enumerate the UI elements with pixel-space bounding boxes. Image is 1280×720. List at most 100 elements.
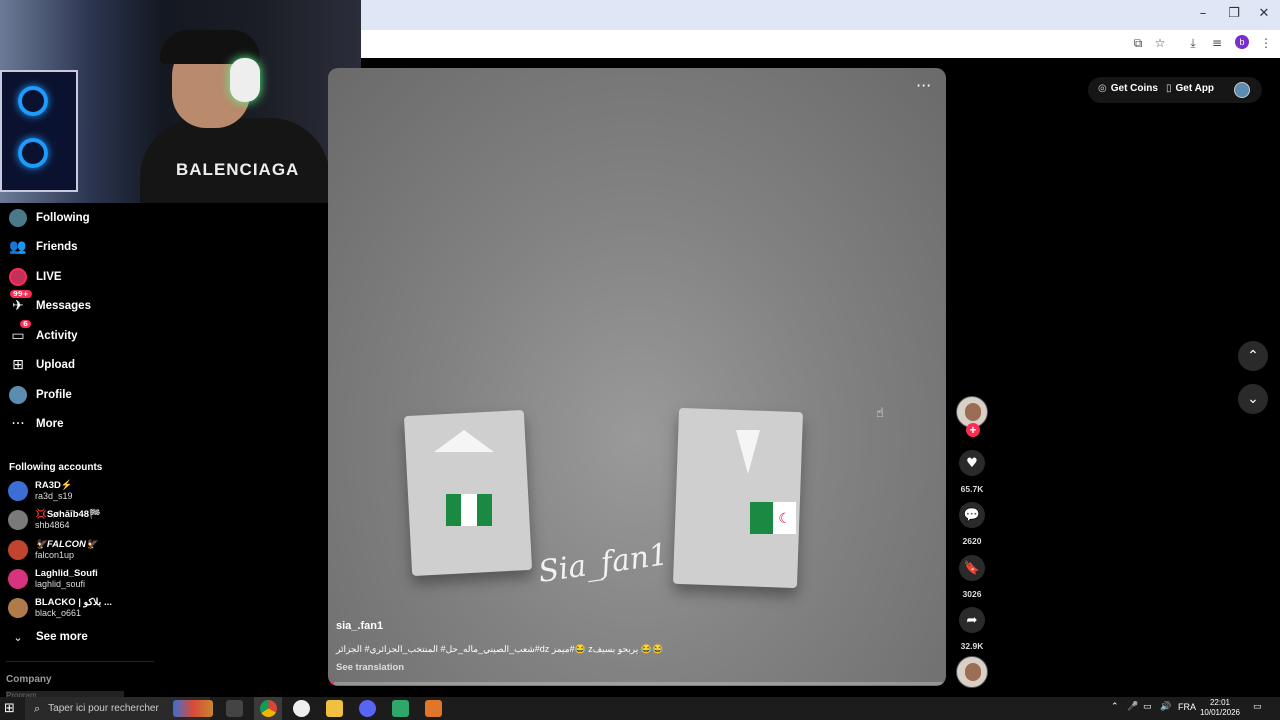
sidebar-item-messages[interactable]: ✈ 99+ Messages <box>8 290 91 317</box>
get-app-button[interactable]: ▯ Get App <box>1166 83 1214 94</box>
sidebar-item-label: Activity <box>36 330 78 342</box>
see-translation-link[interactable]: See translation <box>336 662 404 673</box>
menu-icon[interactable]: ⋮ <box>1257 36 1275 52</box>
comment-icon: 💬 <box>963 507 981 523</box>
video-caption: شعب_الصيني_ماله_حل# المنتخب_الجزائري# ال… <box>336 644 664 654</box>
sidebar-item-upload[interactable]: ⊞ Upload <box>8 354 75 376</box>
minimize-button[interactable]: – <box>1193 6 1213 21</box>
share-button[interactable]: ➦ <box>959 607 985 633</box>
nigeria-flag <box>446 494 492 526</box>
sidebar-divider <box>6 661 154 662</box>
sidebar-item-more[interactable]: ··· More <box>8 413 63 435</box>
comment-button[interactable]: 💬 <box>959 502 985 528</box>
previous-video-button[interactable]: ⌃ <box>1238 341 1268 371</box>
sidebar-item-label: Following <box>36 212 90 224</box>
like-count: 65.7K <box>960 484 984 494</box>
account-item[interactable]: BLACKO | بلاكو ... black_o661 <box>8 595 112 621</box>
friends-icon: 👥 <box>9 239 27 255</box>
language-indicator[interactable]: FRA <box>1178 702 1196 712</box>
sidebar: Following 👥 Friends LIVE ✈ 99+ Messages ▭… <box>0 203 328 699</box>
install-icon[interactable]: ⧉ <box>1129 36 1147 52</box>
download-icon[interactable]: ⤓ <box>1184 36 1202 52</box>
follow-plus-button[interactable]: + <box>966 423 980 437</box>
sidebar-item-following[interactable]: Following <box>8 207 90 229</box>
app-icon-orange[interactable] <box>425 700 442 717</box>
avatar <box>8 569 28 589</box>
taskbar-search-placeholder: Taper ici pour rechercher <box>48 703 159 714</box>
account-item[interactable]: 💢Søhāīb48🏁 shb4864 <box>8 507 101 533</box>
more-options-icon[interactable]: ··· <box>916 76 931 95</box>
company-link[interactable]: Company <box>6 674 52 685</box>
following-icon <box>8 208 28 228</box>
account-handle: black_o661 <box>35 608 82 618</box>
profile-icon[interactable]: b <box>1235 35 1249 49</box>
video-username[interactable]: sia_.fan1 <box>336 620 383 632</box>
sidebar-item-friends[interactable]: 👥 Friends <box>8 236 77 258</box>
comment-count: 2620 <box>962 536 982 546</box>
avatar <box>8 598 28 618</box>
get-coins-label: Get Coins <box>1110 83 1158 94</box>
task-view-icon[interactable] <box>226 700 243 717</box>
heart-icon: ♥ <box>966 455 978 471</box>
next-video-button[interactable]: ⌄ <box>1238 384 1268 414</box>
maximize-button[interactable]: ❐ <box>1224 6 1244 21</box>
app-icon-q[interactable] <box>293 700 310 717</box>
discord-icon[interactable] <box>359 700 376 717</box>
sound-avatar[interactable] <box>956 656 988 688</box>
algeria-flag: ☾ <box>750 502 796 534</box>
tray-chevron-icon[interactable]: ⌃ <box>1111 702 1119 712</box>
microphone-icon[interactable]: 🎤 <box>1127 702 1138 712</box>
see-more-button[interactable]: ⌄ See more <box>8 626 87 648</box>
chevron-up-icon: ⌃ <box>1247 348 1259 364</box>
widgets-icon[interactable] <box>173 700 213 717</box>
windows-start-icon[interactable]: ⊞ <box>4 701 15 716</box>
sidebar-item-label: LIVE <box>36 271 62 283</box>
video-player[interactable]: ··· ☾ Sia_fan1 sia_.fan1 شعب_الصيني_ماله… <box>328 68 946 686</box>
coin-icon: ◎ <box>1098 83 1107 94</box>
close-window-button[interactable]: ✕ <box>1254 6 1274 21</box>
get-coins-button[interactable]: ◎ Get Coins <box>1098 83 1158 94</box>
notification-icon[interactable]: ▭ <box>1253 702 1262 712</box>
network-icon[interactable]: ▭ <box>1143 702 1152 712</box>
account-name: Laghlid_Soufi <box>35 568 98 579</box>
chevron-down-icon: ⌄ <box>1247 391 1259 407</box>
chrome-icon[interactable] <box>260 700 277 717</box>
user-avatar[interactable] <box>1234 82 1250 98</box>
activity-icon: ▭ 6 <box>8 320 31 346</box>
hoodie-text: BALENCIAGA <box>176 160 300 179</box>
account-name: 🦅FALCON🦅 <box>35 539 98 550</box>
account-item[interactable]: 🦅FALCON🦅 falcon1up <box>8 537 98 563</box>
video-progress-fill <box>328 682 335 685</box>
video-progress-bar[interactable] <box>328 682 946 685</box>
account-name: 💢Søhāīb48🏁 <box>35 509 101 520</box>
save-button[interactable]: 🔖 <box>959 555 985 581</box>
app-icon-green[interactable] <box>392 700 409 717</box>
pc-case-image <box>0 70 78 192</box>
sidebar-item-label: Messages <box>36 300 91 312</box>
following-accounts-title: Following accounts <box>9 462 103 473</box>
search-icon: ⌕ <box>34 701 41 715</box>
sidebar-item-label: Profile <box>36 389 72 401</box>
sidebar-item-profile[interactable]: Profile <box>8 384 72 406</box>
windows-taskbar: ⊞ ⌕ Taper ici pour rechercher ⌃ 🎤 ▭ 🔊 FR… <box>0 697 1280 720</box>
chevron-down-icon: ⌄ <box>13 630 23 644</box>
sidebar-item-live[interactable]: LIVE <box>8 266 62 288</box>
paper-triangle-left <box>434 430 494 452</box>
webcam-overlay: BALENCIAGA <box>0 0 361 203</box>
save-count: 3026 <box>962 589 982 599</box>
volume-icon[interactable]: 🔊 <box>1160 702 1171 712</box>
star-icon[interactable]: ☆ <box>1151 36 1169 52</box>
account-handle: ra3d_s19 <box>35 491 73 501</box>
clock[interactable]: 22:01 10/01/2026 <box>1196 698 1244 718</box>
share-icon: ➦ <box>966 612 978 628</box>
account-item[interactable]: RA3D⚡ ra3d_s19 <box>8 478 73 504</box>
file-explorer-icon[interactable] <box>326 700 343 717</box>
account-name: BLACKO | بلاكو ... <box>35 597 112 608</box>
reading-list-icon[interactable]: ≡ <box>1208 36 1226 52</box>
profile-avatar-icon <box>8 385 28 405</box>
like-button[interactable]: ♥ <box>959 450 985 476</box>
sidebar-item-activity[interactable]: ▭ 6 Activity <box>8 320 78 347</box>
account-item[interactable]: Laghlid_Soufi laghlid_soufi <box>8 566 98 592</box>
mouse-cursor-icon: ☝ <box>876 406 884 421</box>
watermark-signature: Sia_fan1 <box>536 537 671 590</box>
